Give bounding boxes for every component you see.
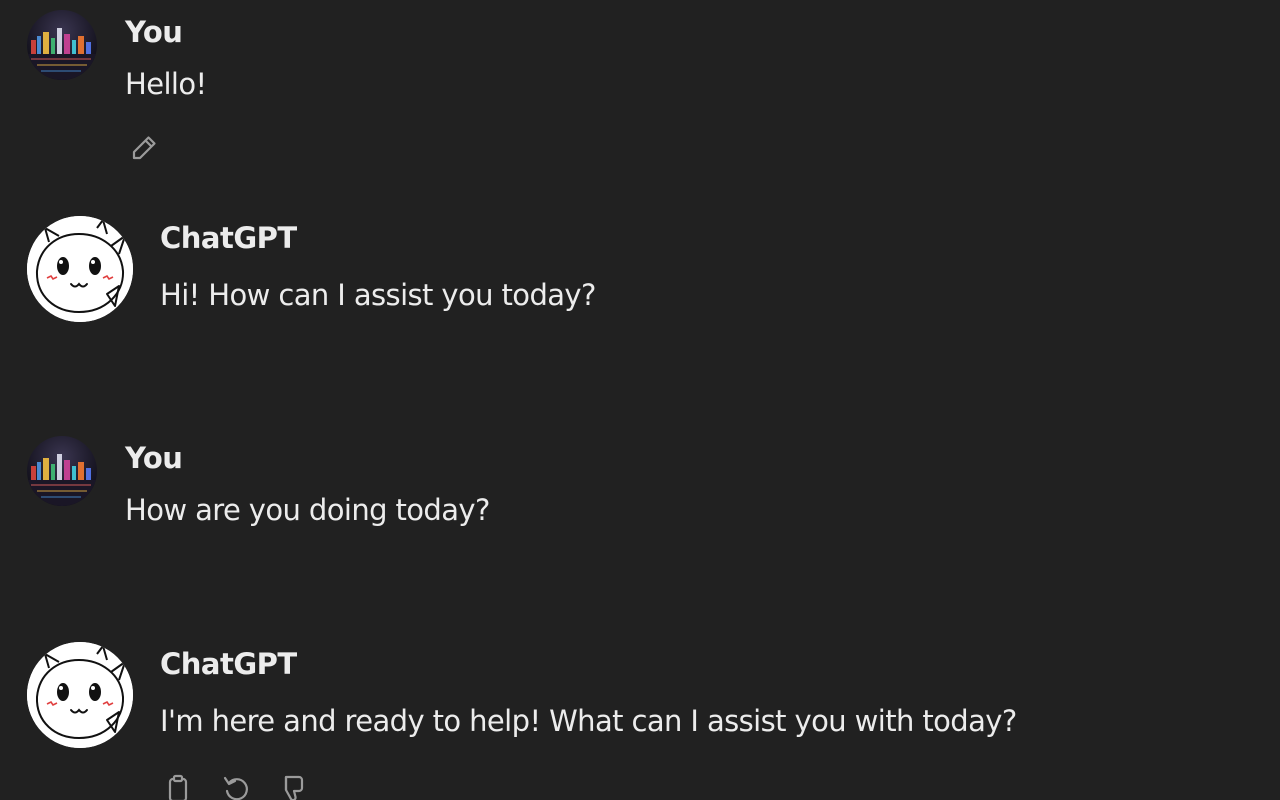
pencil-icon [132,136,156,160]
message-text: Hi! How can I assist you today? [160,278,596,312]
message-text: I'm here and ready to help! What can I a… [160,704,1017,738]
user-avatar [27,10,97,80]
message-author: ChatGPT [160,221,297,255]
regenerate-icon [223,776,248,800]
clipboard-icon [168,774,188,800]
chat-thread: You Hello! ChatGPT Hi! How can I assist … [0,0,1280,800]
message-text: How are you doing today? [125,493,490,527]
assistant-avatar [27,216,133,322]
user-avatar [27,436,97,506]
assistant-avatar [27,642,133,748]
message-author: You [125,441,183,475]
message-author: ChatGPT [160,647,297,681]
copy-button[interactable] [160,770,196,800]
message-text: Hello! [125,67,207,101]
thumbs-down-icon [284,775,304,800]
message-author: You [125,15,183,49]
thumbs-down-button[interactable] [274,770,310,800]
edit-message-button[interactable] [126,130,162,166]
regenerate-button[interactable] [218,770,254,800]
